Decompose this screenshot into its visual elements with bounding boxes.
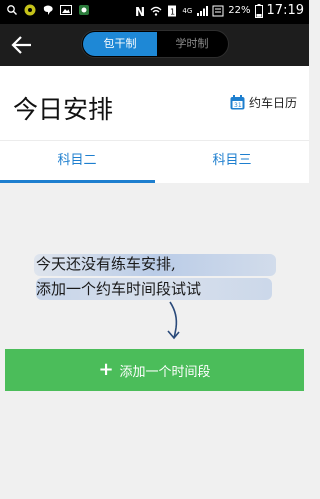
empty-state-line: 今天还没有练车安排, [36,255,176,273]
tab-subject-three[interactable]: 科目三 [155,141,309,183]
calendar-link-label: 约车日历 [248,96,297,110]
notification-icon [212,5,224,16]
booking-calendar-link[interactable]: 31 约车日历 [230,94,297,111]
network-type: 4G [182,6,193,15]
title-bar: 今日安排 31 约车日历 [0,66,309,140]
add-time-slot-label: 添加一个时间段 [119,364,211,380]
page-title: 今日安排 [13,95,114,124]
empty-state-message: 今天还没有练车安排, 添加一个约车时间段试试 [36,252,276,302]
svg-text:N: N [135,5,145,17]
plus-icon: + [98,359,114,380]
back-arrow-icon[interactable] [10,34,34,56]
nfc-icon: N [135,5,145,17]
empty-state-line: 添加一个约车时间段试试 [36,280,202,298]
segment-hourly[interactable]: 学时制 [157,32,227,56]
app-icon [79,5,89,15]
billing-mode-toggle: 包干制 学时制 [81,30,229,58]
segment-package[interactable]: 包干制 [83,32,157,56]
add-time-slot-button[interactable]: + 添加一个时间段 [5,349,304,391]
calendar-icon: 31 [230,95,245,110]
subject-tabs: 科目二 科目三 [0,140,309,183]
sim-icon: 1 [168,5,177,16]
tab-subject-two[interactable]: 科目二 [0,141,154,183]
app-header: 包干制 学时制 [0,24,309,66]
search-icon [7,5,17,15]
battery-icon [254,3,263,18]
app-notification-icon [24,4,36,16]
down-arrow-icon [167,301,180,340]
svg-text:31: 31 [234,102,242,109]
chat-icon [43,5,53,15]
signal-icon [197,5,209,16]
wifi-icon [150,6,162,16]
tab-indicator [0,180,155,183]
clock: 17:19 [266,3,304,18]
status-bar: N 1 4G 22% 17:19 [0,0,309,24]
image-icon [60,5,72,15]
battery-percent: 22% [228,5,251,16]
svg-text:1: 1 [170,7,175,16]
